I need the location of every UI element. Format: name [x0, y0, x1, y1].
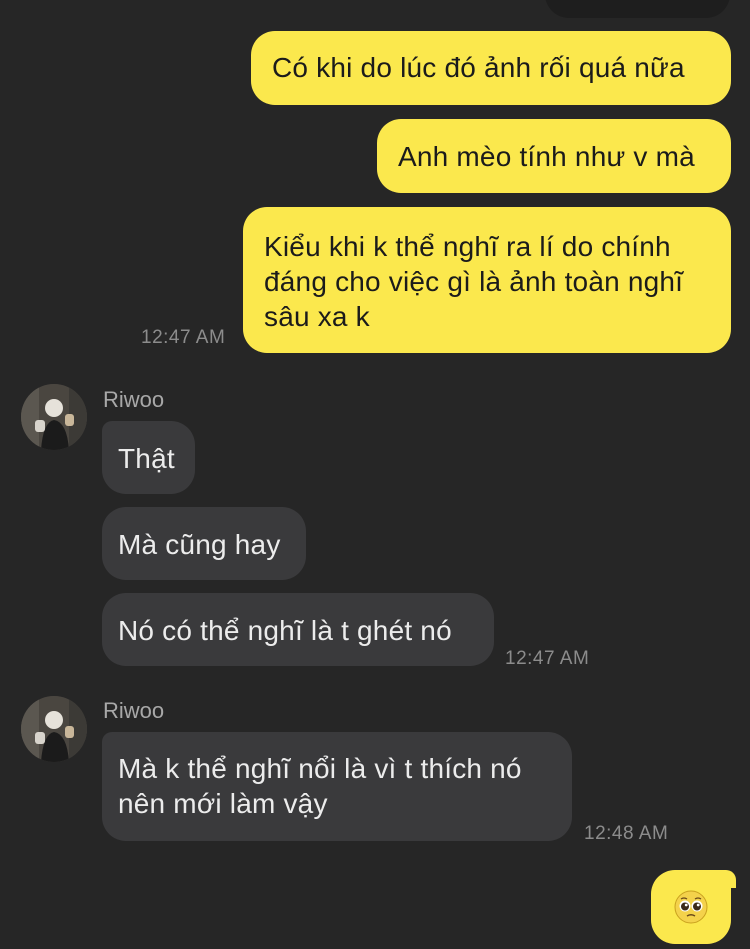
message-text: Anh mèo tính như v mà — [398, 141, 695, 172]
avatar-image — [21, 696, 87, 762]
message-text-line: Kiểu khi k thể nghĩ ra lí do chính — [264, 231, 671, 262]
incoming-message[interactable]: Mà k thể nghĩ nổi là vì t thích nó nên m… — [102, 732, 572, 841]
message-timestamp: 12:47 AM — [141, 327, 226, 348]
sender-name: Riwoo — [103, 698, 165, 723]
message-timestamp: 12:47 AM — [505, 648, 590, 669]
message-text-line: đáng cho việc gì là ảnh toàn nghĩ — [264, 266, 684, 297]
outgoing-emoji-message[interactable]: 🥹 — [651, 870, 731, 944]
message-text-line: nên mới làm vậy — [118, 788, 328, 819]
incoming-message[interactable]: Mà cũng hay — [102, 507, 306, 580]
outgoing-message[interactable]: Kiểu khi k thể nghĩ ra lí do chính đáng … — [243, 207, 731, 353]
outgoing-message[interactable]: Có khi do lúc đó ảnh rối quá nữa — [251, 31, 731, 105]
message-timestamp: 12:48 AM — [584, 823, 669, 844]
outgoing-message[interactable]: Anh mèo tính như v mà — [377, 119, 731, 193]
sender-name: Riwoo — [103, 387, 165, 412]
message-text-line: sâu xa k — [264, 301, 370, 332]
incoming-message[interactable]: Nó có thể nghĩ là t ghét nó — [102, 593, 494, 666]
message-text: Có khi do lúc đó ảnh rối quá nữa — [272, 52, 685, 83]
message-text: Mà cũng hay — [118, 529, 281, 560]
sender-avatar[interactable] — [21, 384, 87, 450]
message-text-line: Mà k thể nghĩ nổi là vì t thích nó — [118, 753, 522, 784]
message-text: Thật — [118, 443, 175, 474]
incoming-message[interactable]: Thật — [102, 421, 195, 494]
bubble-tail — [722, 870, 736, 888]
pleading-face-emoji — [674, 890, 708, 924]
previous-message-bubble[interactable] — [545, 0, 730, 18]
message-text: Nó có thể nghĩ là t ghét nó — [118, 615, 452, 646]
avatar-image — [21, 384, 87, 450]
sender-avatar[interactable] — [21, 696, 87, 762]
